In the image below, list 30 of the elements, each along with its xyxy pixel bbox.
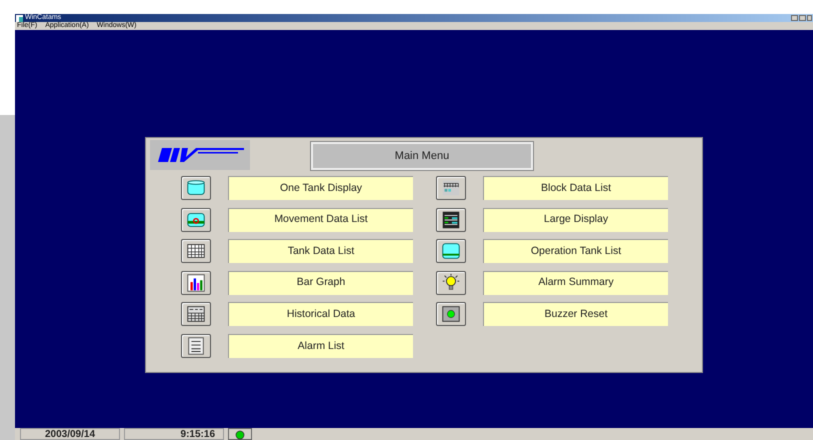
menu-button[interactable]: Bar Graph — [228, 270, 413, 295]
status-time: 9:15:16 — [124, 428, 224, 440]
menu-button[interactable]: Alarm Summary — [483, 270, 668, 295]
table-icon[interactable] — [181, 302, 211, 326]
maximize-button[interactable] — [799, 15, 806, 21]
grid-icon[interactable] — [436, 176, 466, 200]
menu-button[interactable]: One Tank Display — [228, 176, 413, 200]
status-date: 2003/09/14 — [20, 428, 120, 440]
tank-icon[interactable] — [181, 208, 211, 232]
list-icon[interactable] — [181, 334, 211, 358]
lamp-icon[interactable] — [436, 302, 466, 326]
menu-button[interactable]: Movement Data List — [228, 208, 413, 232]
display-icon[interactable] — [436, 208, 466, 232]
close-button[interactable] — [807, 15, 812, 21]
menu-button[interactable]: Block Data List — [483, 176, 668, 200]
light-bulb-icon[interactable] — [436, 270, 466, 295]
bar-chart-icon[interactable] — [181, 270, 211, 295]
logo-icon — [158, 147, 244, 163]
minimize-button[interactable] — [791, 15, 798, 21]
menu-button[interactable]: Tank Data List — [228, 239, 413, 264]
menu-button[interactable]: Large Display — [483, 208, 668, 232]
app-icon — [16, 14, 23, 22]
menu-button[interactable]: Operation Tank List — [483, 239, 668, 264]
tank-icon[interactable] — [181, 176, 211, 200]
menu-button[interactable]: Alarm List — [228, 334, 413, 358]
main-menu-title: Main Menu — [311, 142, 533, 170]
grid-icon[interactable] — [181, 239, 211, 264]
menu-button[interactable]: Buzzer Reset — [483, 302, 668, 326]
menu-button[interactable]: Historical Data — [228, 302, 413, 326]
tank-icon[interactable] — [436, 239, 466, 264]
